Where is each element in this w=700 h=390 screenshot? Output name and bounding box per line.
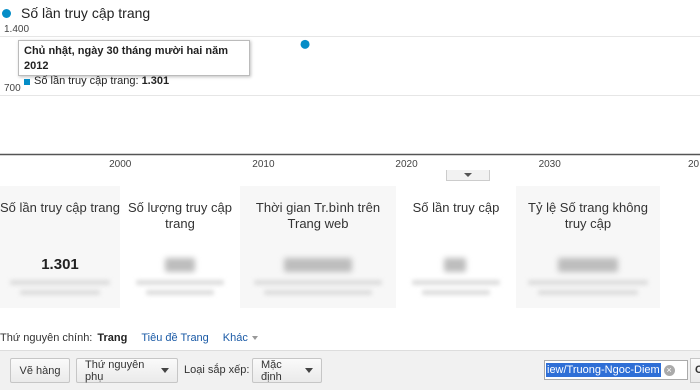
dimension-page-title-link[interactable]: Tiêu đề Trang bbox=[141, 332, 208, 344]
y-tick-label: 700 bbox=[4, 83, 21, 94]
metric-note-redacted bbox=[20, 290, 100, 295]
metric-card-bounce-rate[interactable]: Tỷ lệ Số trang không truy cập bbox=[516, 186, 660, 308]
filter-go-button[interactable]: C bbox=[690, 358, 700, 383]
tooltip-series-label: Số lần truy cập trang: bbox=[34, 75, 139, 87]
chevron-down-icon bbox=[251, 336, 258, 340]
metric-summary: Số lần truy cập trang 1.301 Số lượng tru… bbox=[0, 186, 700, 308]
metric-note-redacted bbox=[146, 290, 214, 295]
legend-label: Số lần truy cập trang bbox=[21, 5, 151, 21]
metric-value-redacted bbox=[165, 258, 195, 272]
primary-dimension-label: Thứ nguyên chính: bbox=[0, 332, 93, 344]
metric-sparkline-redacted bbox=[254, 280, 382, 285]
metric-value-redacted bbox=[284, 258, 352, 272]
dimension-other-dropdown[interactable]: Khác bbox=[223, 332, 258, 344]
analytics-report: Số lần truy cập trang 1.400 700 2000 2010 2… bbox=[0, 0, 700, 390]
chevron-down-icon bbox=[305, 368, 313, 373]
secondary-dimension-dropdown[interactable]: Thứ nguyên phụ bbox=[76, 358, 178, 383]
plot-rows-label: Vẽ hàng bbox=[19, 364, 61, 377]
sort-type-dropdown[interactable]: Mặc định bbox=[252, 358, 322, 383]
x-tick-label: 2000 bbox=[109, 159, 132, 170]
data-point[interactable] bbox=[300, 39, 310, 49]
metric-value-redacted bbox=[444, 258, 466, 272]
metric-card-entrances[interactable]: Số lần truy cập bbox=[398, 186, 514, 308]
tooltip-title: Chủ nhật, ngày 30 tháng mười hai năm 201… bbox=[24, 45, 229, 72]
dimension-other-label: Khác bbox=[222, 332, 248, 344]
plot-rows-button[interactable]: Vẽ hàng bbox=[10, 358, 70, 383]
metric-label: Số lượng truy cập trang bbox=[128, 200, 232, 231]
chart-collapse-toggle[interactable] bbox=[446, 170, 490, 181]
dimension-page[interactable]: Trang bbox=[97, 332, 127, 344]
series-dot-icon bbox=[2, 8, 11, 18]
x-tick-label: 2010 bbox=[252, 159, 275, 170]
metric-card-avg-time[interactable]: Thời gian Tr.bình trên Trang web bbox=[240, 186, 396, 308]
metric-sparkline-redacted bbox=[528, 280, 648, 285]
tooltip-value: 1.301 bbox=[141, 75, 170, 87]
table-filter-input[interactable]: iew/Truong-Ngoc-Diem × bbox=[544, 360, 688, 380]
x-tick-label: 2020 bbox=[395, 159, 418, 170]
tooltip-series-swatch-icon bbox=[24, 78, 30, 85]
x-tick-label: 2030 bbox=[538, 159, 561, 170]
metric-card-unique-pageviews[interactable]: Số lượng truy cập trang bbox=[122, 186, 238, 308]
metric-sparkline-redacted bbox=[412, 280, 500, 285]
metric-label: Thời gian Tr.bình trên Trang web bbox=[255, 200, 381, 231]
metric-sparkline-redacted bbox=[10, 280, 110, 285]
filter-input-value: iew/Truong-Ngoc-Diem bbox=[546, 363, 661, 377]
chevron-down-icon bbox=[161, 368, 169, 373]
metric-label: Tỷ lệ Số trang không truy cập bbox=[528, 200, 648, 231]
primary-dimension-bar: Thứ nguyên chính: Trang Tiêu đề Trang Kh… bbox=[0, 330, 258, 346]
chevron-down-icon bbox=[464, 173, 472, 177]
metric-label: Số lần truy cập bbox=[412, 200, 500, 215]
sort-type-label: Loại sắp xếp: bbox=[184, 364, 250, 376]
metric-note-redacted bbox=[422, 290, 490, 295]
filter-go-label: C bbox=[695, 364, 700, 376]
metric-note-redacted bbox=[538, 290, 638, 295]
clear-icon[interactable]: × bbox=[663, 364, 675, 376]
metric-label: Số lần truy cập trang bbox=[0, 200, 120, 215]
chart-tooltip: Chủ nhật, ngày 30 tháng mười hai năm 201… bbox=[18, 40, 250, 87]
table-toolbar: Vẽ hàng Thứ nguyên phụ Loại sắp xếp: Mặc… bbox=[0, 350, 700, 390]
chart-legend: Số lần truy cập trang bbox=[0, 4, 150, 22]
sort-type-value: Mặc định bbox=[261, 358, 282, 383]
x-tick-label: 20 bbox=[688, 159, 700, 170]
metric-value-redacted bbox=[558, 258, 618, 272]
metric-value: 1.301 bbox=[41, 256, 79, 273]
metric-sparkline-redacted bbox=[136, 280, 224, 285]
secondary-dimension-label: Thứ nguyên phụ bbox=[85, 358, 145, 383]
tooltip-row: Số lần truy cập trang: 1.301 bbox=[24, 74, 244, 89]
metric-card-pageviews[interactable]: Số lần truy cập trang 1.301 bbox=[0, 186, 120, 308]
metric-note-redacted bbox=[264, 290, 372, 295]
y-tick-label: 1.400 bbox=[4, 24, 30, 35]
